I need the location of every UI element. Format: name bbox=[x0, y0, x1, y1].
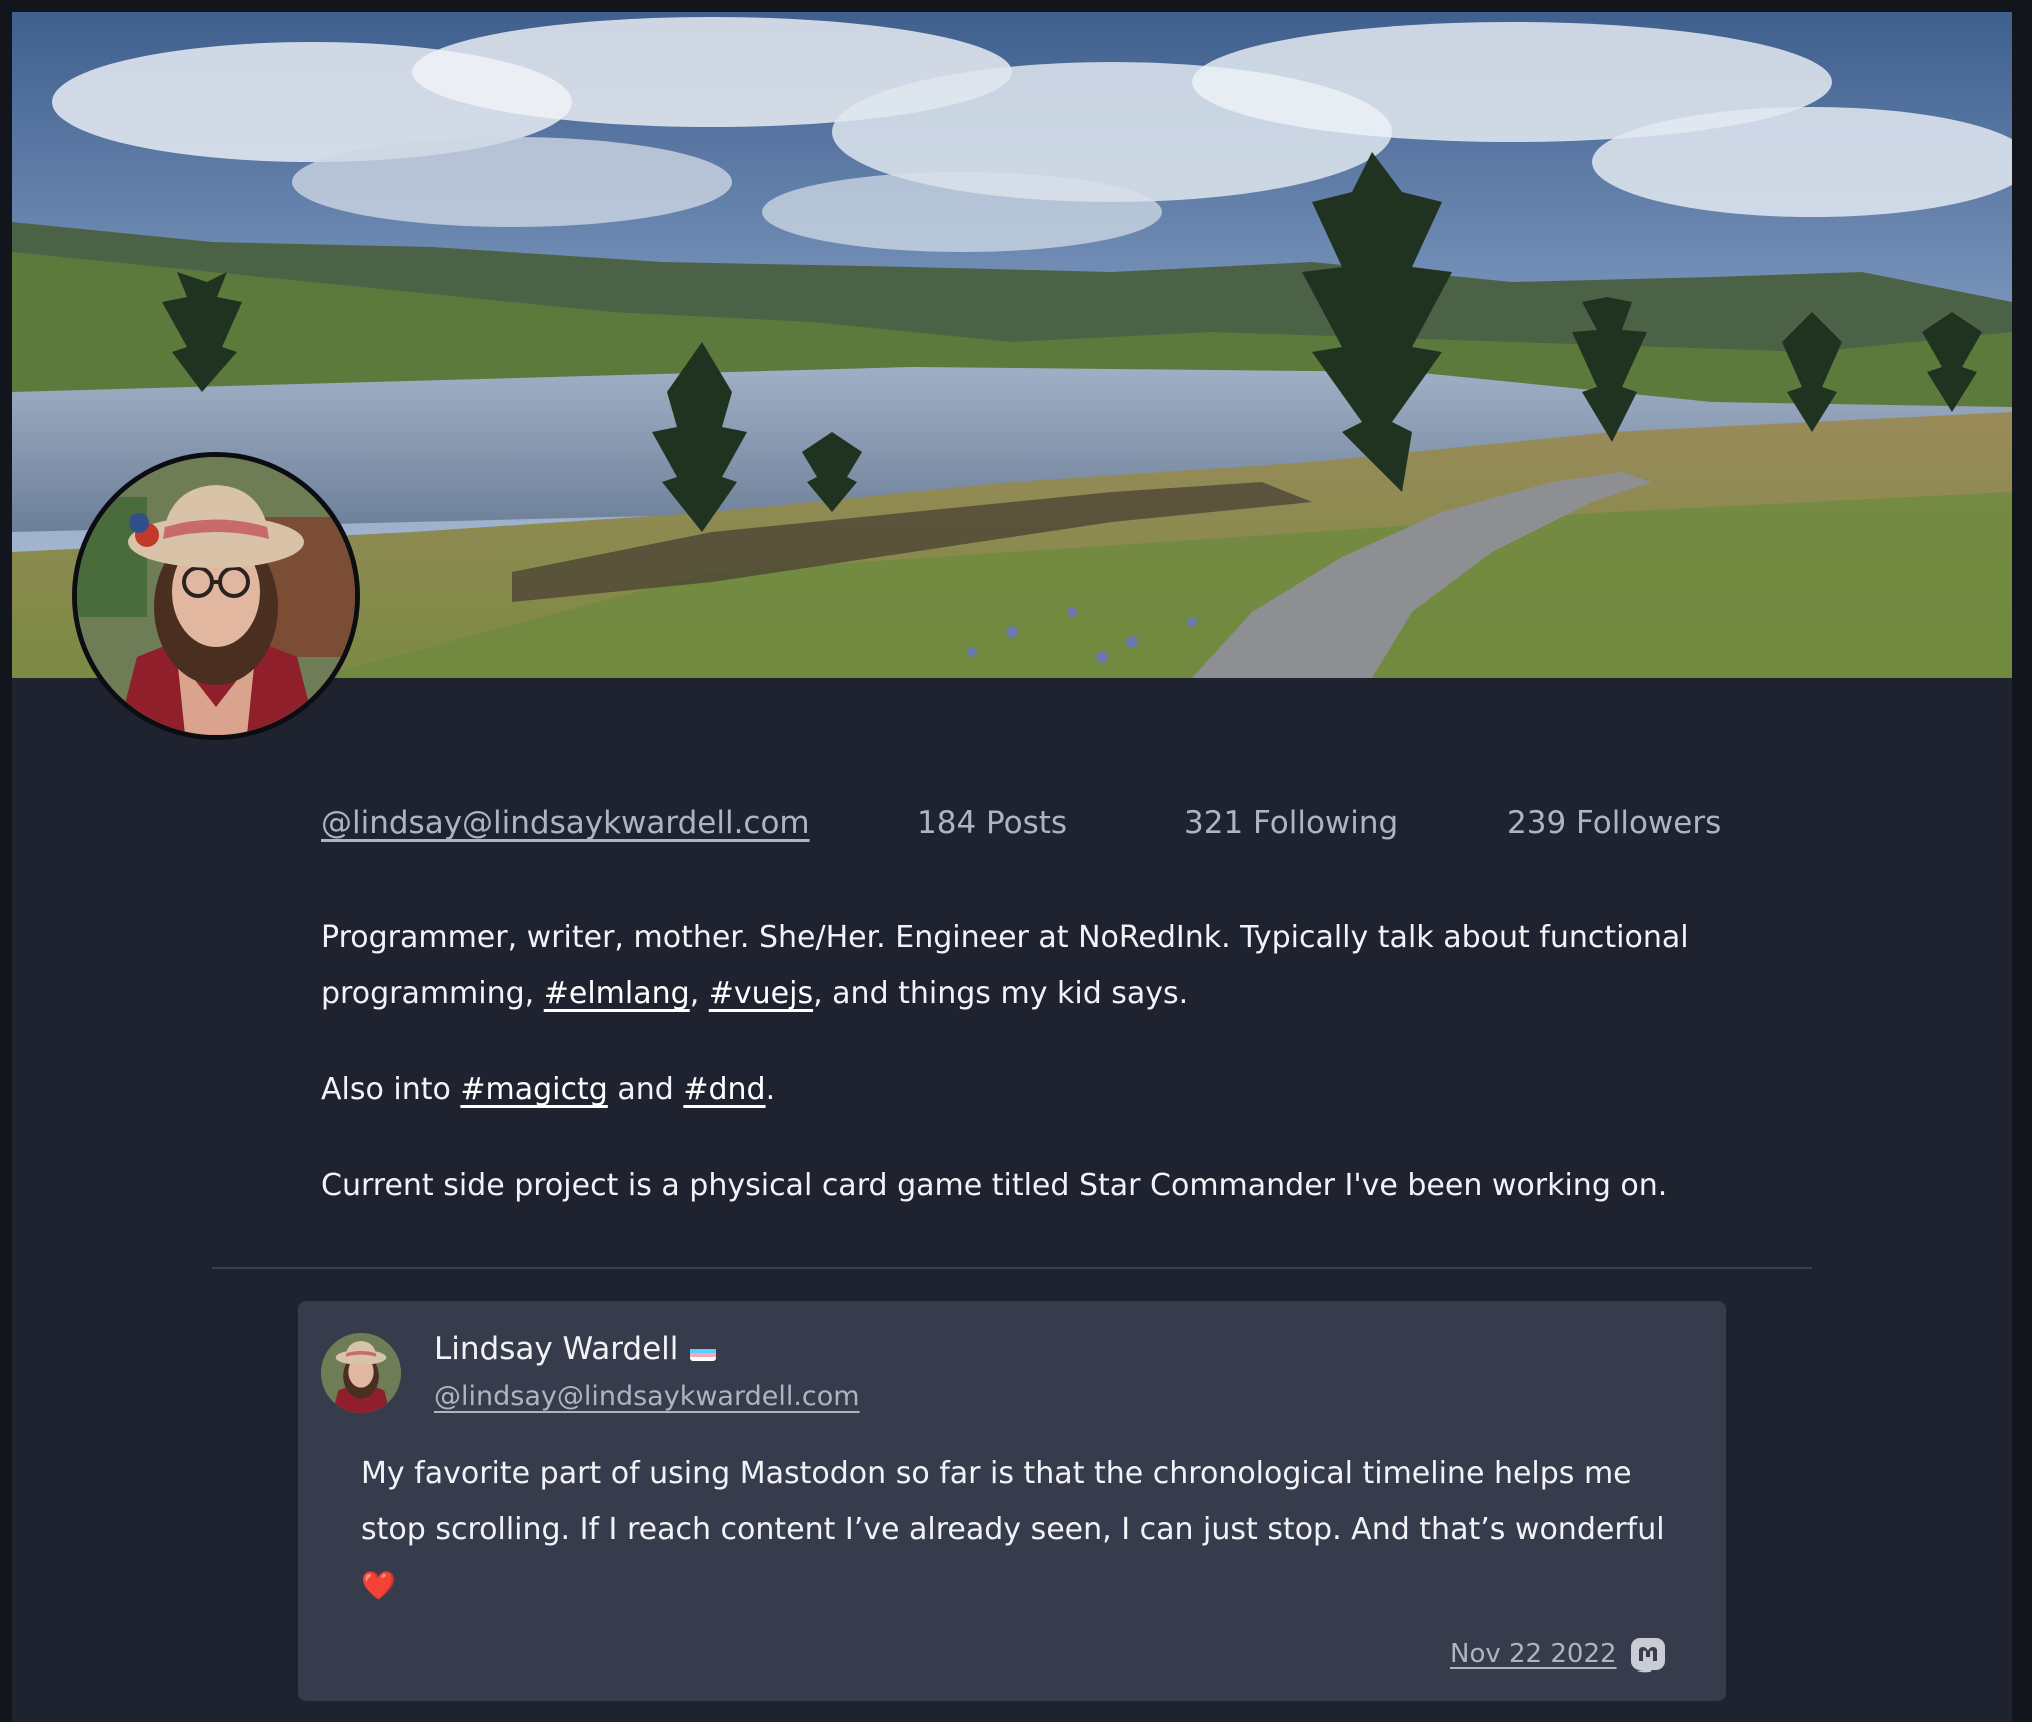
bio-text: , bbox=[689, 976, 709, 1011]
post-date-link[interactable]: Nov 22 2022 bbox=[1450, 1639, 1617, 1669]
bio-paragraph: Programmer, writer, mother. She/Her. Eng… bbox=[321, 910, 1721, 1022]
post-author-name-text: Lindsay Wardell bbox=[434, 1331, 679, 1367]
transgender-flag-icon bbox=[690, 1341, 717, 1361]
hashtag-vuejs-link[interactable]: #vuejs bbox=[709, 976, 813, 1011]
hashtag-magictg-link[interactable]: #magictg bbox=[460, 1072, 607, 1107]
following-count: 321 Following bbox=[1184, 805, 1399, 841]
bio-text: , and things my kid says. bbox=[813, 976, 1189, 1011]
bio-text: and bbox=[607, 1072, 684, 1107]
heart-emoji: ❤️ bbox=[361, 1569, 396, 1602]
post-card[interactable]: Lindsay Wardell @lindsay@lindsaykwardell… bbox=[298, 1301, 1726, 1701]
followers-count: 239 Followers bbox=[1507, 805, 1722, 841]
section-divider bbox=[212, 1267, 1812, 1269]
window-frame-top bbox=[0, 0, 2032, 12]
profile-stats-row: @lindsay@lindsaykwardell.com 184 Posts 3… bbox=[321, 805, 1821, 851]
posts-count: 184 Posts bbox=[917, 805, 1068, 841]
hashtag-dnd-link[interactable]: #dnd bbox=[683, 1072, 765, 1107]
mastodon-icon[interactable] bbox=[1628, 1635, 1668, 1675]
hashtag-elmlang-link[interactable]: #elmlang bbox=[544, 976, 690, 1011]
window-frame-left bbox=[0, 0, 12, 1722]
bio-text: Current side project is a physical card … bbox=[321, 1168, 1668, 1203]
profile-handle-link[interactable]: @lindsay@lindsaykwardell.com bbox=[321, 805, 810, 841]
bio-text: Also into bbox=[321, 1072, 461, 1107]
post-author-handle-link[interactable]: @lindsay@lindsaykwardell.com bbox=[434, 1381, 860, 1412]
window-frame-right bbox=[2012, 0, 2032, 1722]
bio-paragraph: Also into #magictg and #dnd. bbox=[321, 1062, 1721, 1118]
profile-bio: Programmer, writer, mother. She/Her. Eng… bbox=[321, 910, 1721, 1254]
bio-text: . bbox=[765, 1072, 776, 1107]
post-content: My favorite part of using Mastodon so fa… bbox=[361, 1446, 1691, 1614]
bio-paragraph: Current side project is a physical card … bbox=[321, 1158, 1721, 1214]
post-author-avatar[interactable] bbox=[321, 1333, 401, 1413]
post-text: My favorite part of using Mastodon so fa… bbox=[361, 1456, 1665, 1547]
post-author-name[interactable]: Lindsay Wardell bbox=[434, 1331, 717, 1367]
profile-avatar[interactable] bbox=[72, 452, 360, 740]
